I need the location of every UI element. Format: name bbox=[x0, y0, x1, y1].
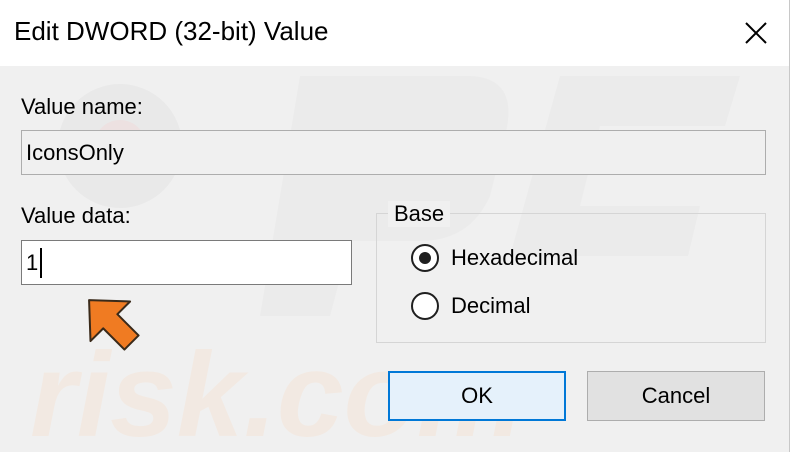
orange-arrow-icon bbox=[88, 299, 140, 351]
close-button[interactable] bbox=[724, 0, 789, 66]
base-groupbox bbox=[376, 213, 766, 343]
radio-unselected-icon[interactable] bbox=[411, 292, 439, 320]
radio-decimal[interactable]: Decimal bbox=[411, 290, 530, 322]
value-data-label: Value data: bbox=[21, 203, 131, 228]
value-name-text: IconsOnly bbox=[26, 139, 124, 165]
radio-decimal-label: Decimal bbox=[451, 293, 531, 318]
value-name-label: Value name: bbox=[21, 94, 143, 119]
radio-selected-icon[interactable] bbox=[411, 244, 439, 272]
value-data-text: 1 bbox=[26, 249, 39, 275]
dialog-title: Edit DWORD (32-bit) Value bbox=[14, 16, 329, 46]
radio-hexadecimal[interactable]: Hexadecimal bbox=[411, 242, 578, 274]
close-icon bbox=[745, 22, 767, 44]
ok-button[interactable]: OK bbox=[388, 371, 566, 421]
radio-hexadecimal-label: Hexadecimal bbox=[451, 245, 579, 270]
value-name-field: IconsOnly bbox=[21, 130, 766, 175]
text-caret bbox=[40, 247, 43, 278]
cancel-button[interactable]: Cancel bbox=[587, 371, 765, 421]
title-bar: Edit DWORD (32-bit) Value bbox=[0, 0, 789, 66]
edit-dword-dialog: Edit DWORD (32-bit) Value risk.com Value… bbox=[0, 0, 790, 452]
value-data-input[interactable]: 1 bbox=[21, 240, 352, 285]
base-group-label: Base bbox=[388, 201, 451, 227]
